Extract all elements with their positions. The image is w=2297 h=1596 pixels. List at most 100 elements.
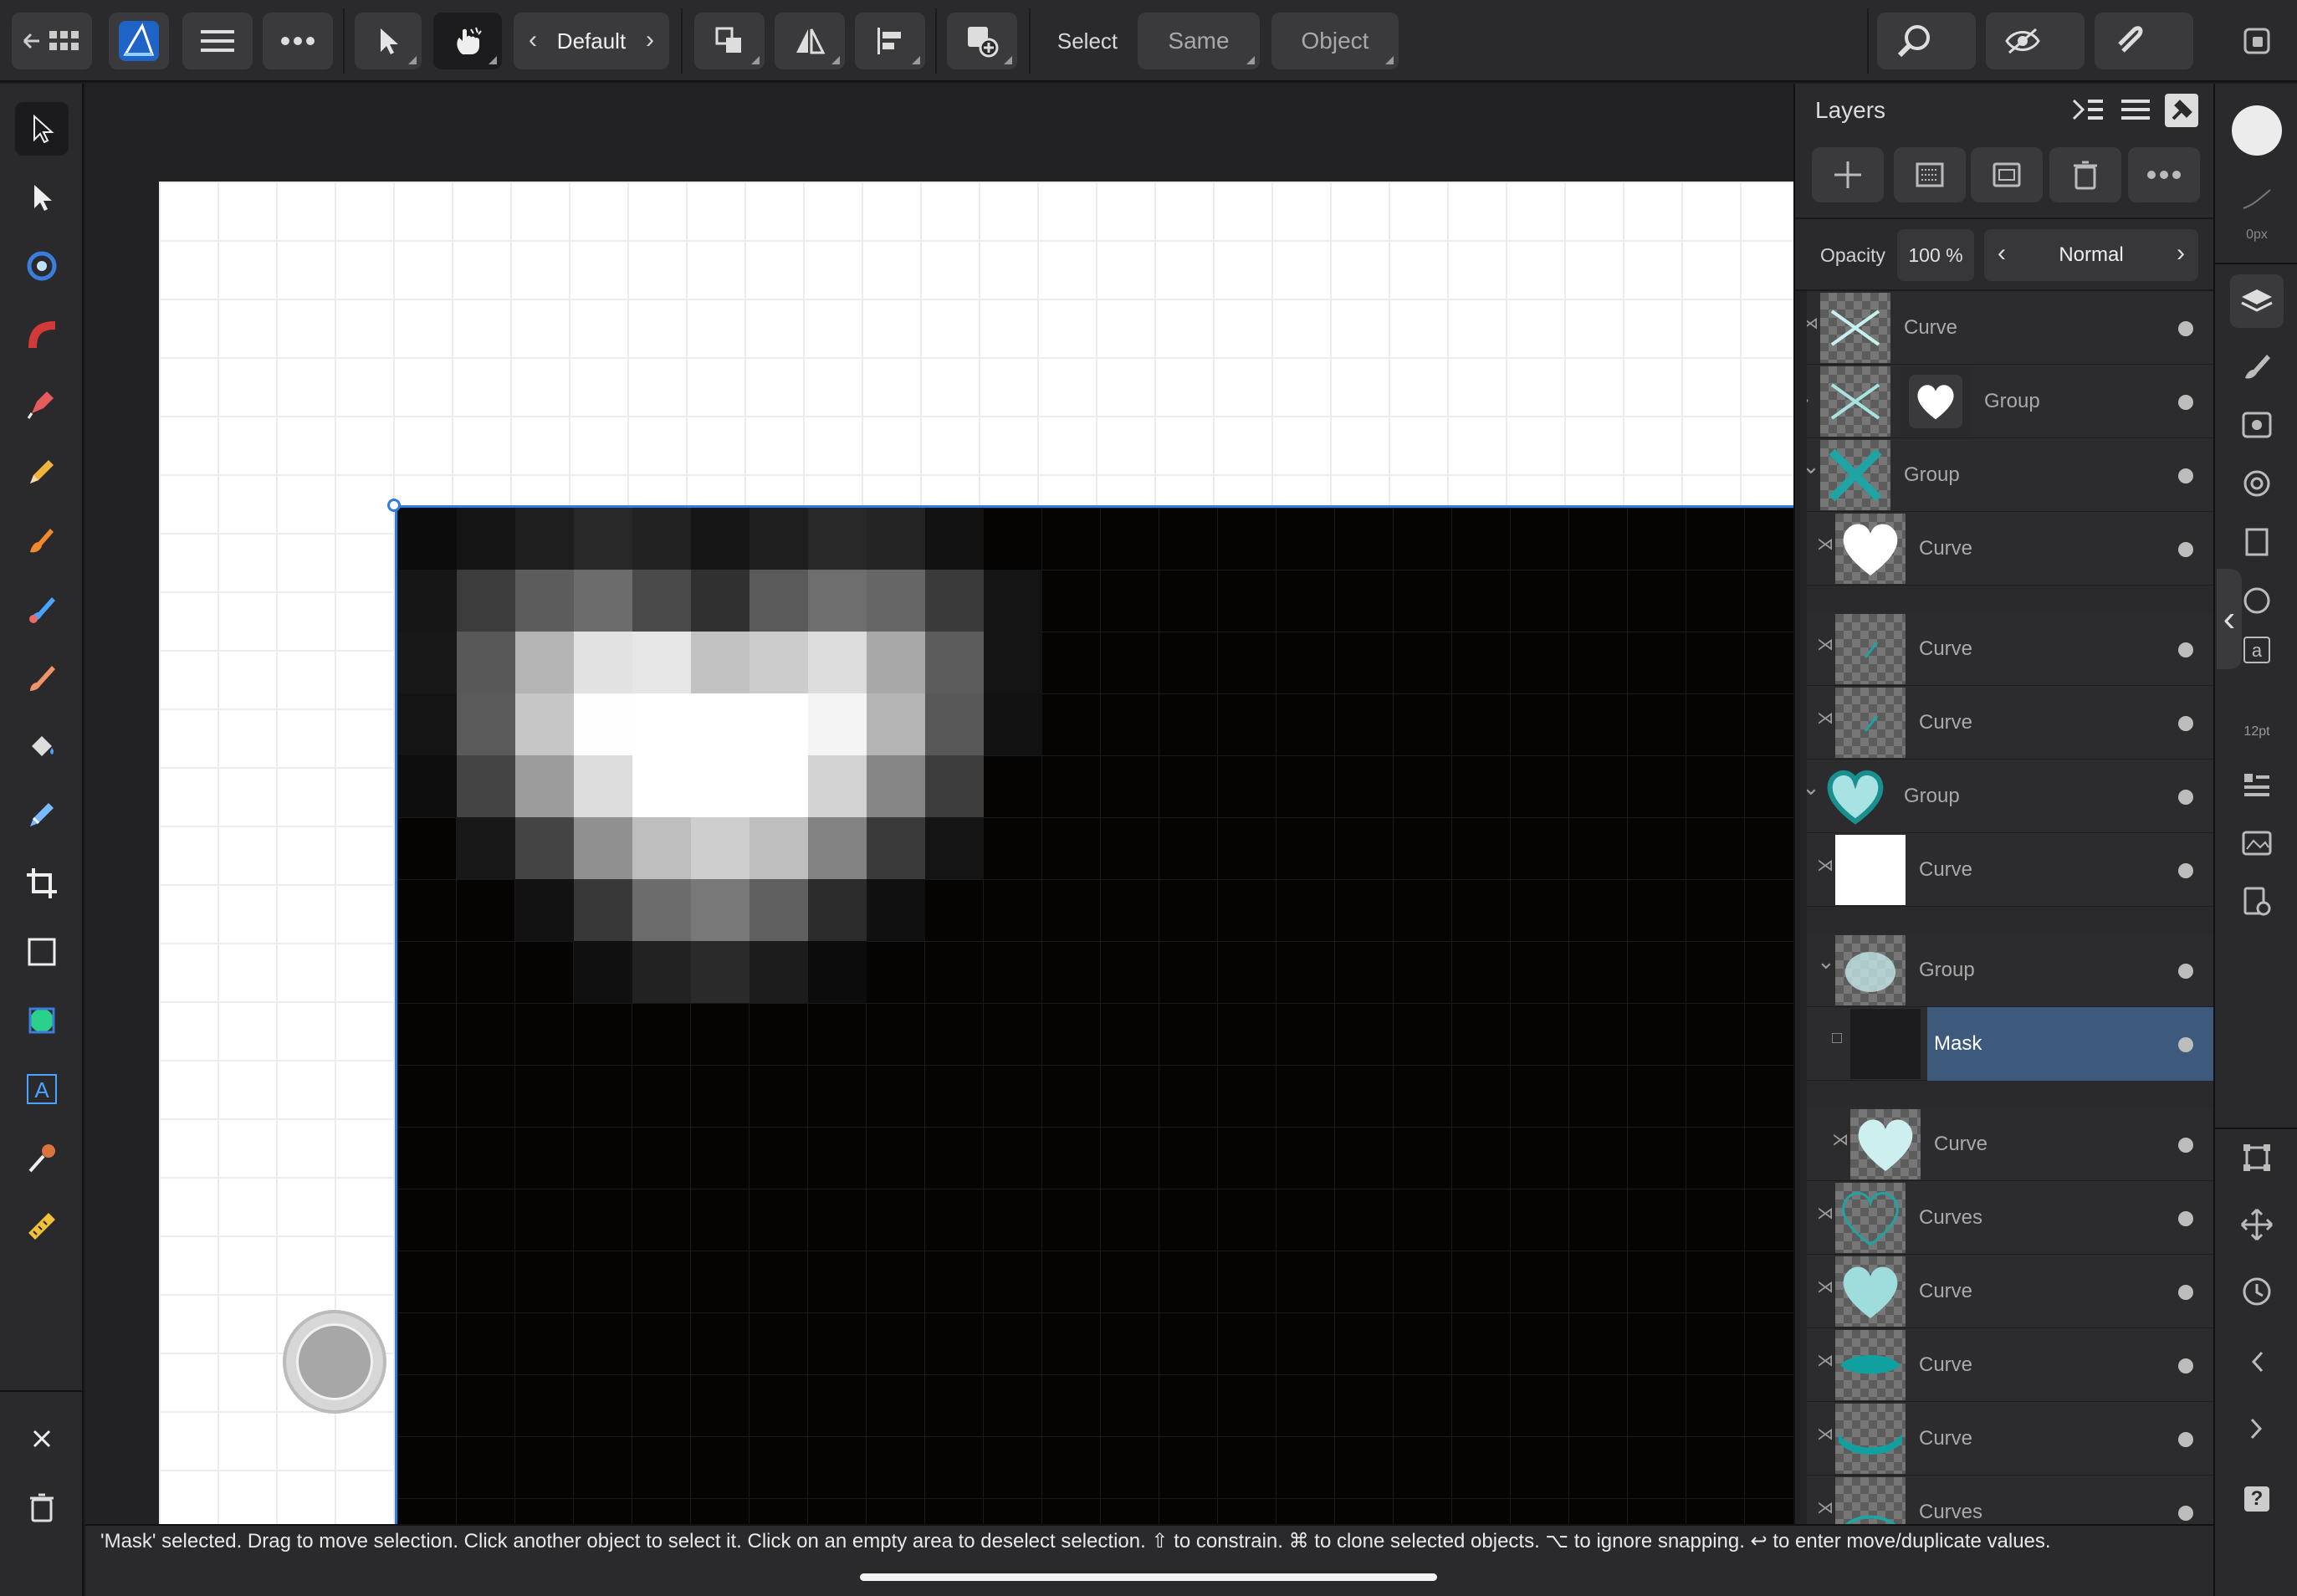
paint-brush-tool[interactable]: [15, 651, 69, 704]
visibility-dot-icon[interactable]: [2178, 468, 2193, 483]
zoom-button[interactable]: [1877, 13, 1976, 69]
layer-row[interactable]: ⋊ Curve: [1795, 686, 2213, 760]
visibility-dot-icon[interactable]: [2178, 395, 2193, 410]
snapping-button[interactable]: [2095, 13, 2193, 69]
visibility-dot-icon[interactable]: [2178, 1506, 2193, 1521]
layer-row[interactable]: ⋊ Curve: [1795, 1402, 2213, 1476]
home-indicator[interactable]: [860, 1573, 1437, 1581]
rectangle-tool[interactable]: [15, 925, 69, 979]
more-options-button[interactable]: [263, 13, 333, 69]
view-mode-button[interactable]: [1986, 13, 2085, 69]
undo-chevron-icon[interactable]: [2230, 1335, 2284, 1389]
floating-action-button[interactable]: [283, 1310, 386, 1414]
transparency-tool[interactable]: [15, 788, 69, 841]
visibility-dot-icon[interactable]: [2178, 964, 2193, 979]
move-tool[interactable]: [15, 102, 69, 156]
select-object-button[interactable]: Object: [1271, 13, 1399, 69]
selection-handle[interactable]: [387, 499, 401, 512]
redo-chevron-icon[interactable]: [2230, 1402, 2284, 1455]
visibility-dot-icon[interactable]: [2178, 1285, 2193, 1300]
fill-tool[interactable]: [15, 719, 69, 773]
layer-row[interactable]: ⋊ Curve: [1795, 512, 2213, 586]
node-tool[interactable]: [15, 171, 69, 224]
visibility-dot-icon[interactable]: [2178, 716, 2193, 731]
layer-more-button[interactable]: [2128, 147, 2200, 202]
crop-tool[interactable]: [15, 857, 69, 910]
fill-color-well[interactable]: [2230, 104, 2284, 157]
appearance-studio-icon[interactable]: [2230, 398, 2284, 452]
add-group-button[interactable]: [1971, 147, 2043, 202]
visibility-dot-icon[interactable]: [2178, 790, 2193, 805]
layer-row[interactable]: ⋊ Curves: [1795, 1181, 2213, 1255]
layer-row[interactable]: ⋊ Curve: [1795, 1255, 2213, 1328]
measure-tool[interactable]: [15, 1200, 69, 1253]
window-icon[interactable]: [2228, 13, 2285, 69]
touch-modifier-icon[interactable]: [433, 13, 502, 69]
persona-selector[interactable]: ‹ Default ›: [514, 13, 669, 69]
visibility-dot-icon[interactable]: [2178, 1037, 2193, 1052]
layer-row[interactable]: ⌄ Group: [1795, 438, 2213, 512]
text-tool[interactable]: A: [15, 1062, 69, 1116]
back-to-gallery-button[interactable]: [12, 13, 92, 69]
add-layer-button[interactable]: [1812, 147, 1884, 202]
fill-brush-tool[interactable]: [15, 582, 69, 636]
collapse-chevron-icon[interactable]: ⌄: [1817, 949, 1835, 974]
close-icon[interactable]: [15, 1412, 69, 1466]
select-same-button[interactable]: Same: [1138, 13, 1260, 69]
paragraph-icon[interactable]: [2230, 758, 2284, 811]
opacity-field[interactable]: 100 %: [1897, 229, 1974, 281]
brushes-studio-icon[interactable]: [2230, 340, 2284, 393]
panel-menu-icon[interactable]: [2121, 95, 2151, 128]
vector-brush-tool[interactable]: [15, 514, 69, 567]
layer-row[interactable]: ⌄ Group: [1795, 934, 2213, 1007]
move-tool-button[interactable]: [355, 13, 422, 69]
layer-row[interactable]: ›Group: [1795, 365, 2213, 438]
trash-icon[interactable]: [15, 1481, 69, 1534]
layers-studio-icon[interactable]: [2230, 274, 2284, 328]
pen-tool[interactable]: [15, 376, 69, 430]
move-arrows-icon[interactable]: [2230, 1198, 2284, 1251]
add-pixel-layer-button[interactable]: [1894, 147, 1966, 202]
expand-studio-handle[interactable]: ‹: [2217, 569, 2242, 669]
designer-persona-icon[interactable]: [109, 13, 169, 69]
visibility-dot-icon[interactable]: [2178, 321, 2193, 336]
stock-studio-icon[interactable]: [2230, 816, 2284, 870]
pin-panel-icon[interactable]: [2165, 94, 2198, 127]
layer-row[interactable]: ⋊ Curve: [1795, 833, 2213, 907]
align-button[interactable]: [855, 13, 925, 69]
menu-button[interactable]: [182, 13, 253, 69]
layer-row[interactable]: □ Mask: [1795, 1007, 2213, 1081]
layer-row[interactable]: ⋊ Curve: [1795, 1107, 2213, 1181]
visibility-dot-icon[interactable]: [2178, 1432, 2193, 1447]
flip-button[interactable]: [775, 13, 845, 69]
visibility-dot-icon[interactable]: [2178, 642, 2193, 657]
text-styles-icon[interactable]: [2230, 515, 2284, 569]
visibility-dot-icon[interactable]: [2178, 863, 2193, 878]
layer-row[interactable]: ⌄ Group: [1795, 760, 2213, 833]
help-icon[interactable]: ?: [2230, 1472, 2284, 1526]
delete-layer-button[interactable]: [2049, 147, 2121, 202]
corner-tool[interactable]: [15, 239, 69, 293]
visibility-dot-icon[interactable]: [2178, 1138, 2193, 1153]
insert-object-button[interactable]: [947, 13, 1017, 69]
visibility-dot-icon[interactable]: [2178, 1211, 2193, 1226]
pixelated-heart-mask-image[interactable]: [395, 505, 1793, 1524]
layers-scrollbar[interactable]: [1795, 291, 1807, 1524]
layer-row[interactable]: ⋊ Curves: [1795, 1476, 2213, 1524]
layer-row[interactable]: ⋊ Curve: [1795, 612, 2213, 686]
transform-icon[interactable]: [2230, 1131, 2284, 1184]
visibility-dot-icon[interactable]: [2178, 1358, 2193, 1373]
stroke-icon[interactable]: [2230, 172, 2284, 226]
color-picker-tool[interactable]: [15, 1131, 69, 1184]
layer-row[interactable]: ⋊ Curve: [1795, 291, 2213, 365]
collapse-panel-icon[interactable]: [2071, 95, 2105, 128]
pencil-tool[interactable]: [15, 445, 69, 499]
arrange-button[interactable]: [694, 13, 765, 69]
contour-tool[interactable]: [15, 308, 69, 361]
document-settings-icon[interactable]: [2230, 875, 2284, 928]
visibility-dot-icon[interactable]: [2178, 542, 2193, 557]
blend-mode-selector[interactable]: ‹ Normal ›: [1984, 229, 2198, 281]
layer-row[interactable]: ⋊ Curve: [1795, 1328, 2213, 1402]
shape-tool[interactable]: [15, 994, 69, 1047]
history-icon[interactable]: [2230, 1265, 2284, 1318]
